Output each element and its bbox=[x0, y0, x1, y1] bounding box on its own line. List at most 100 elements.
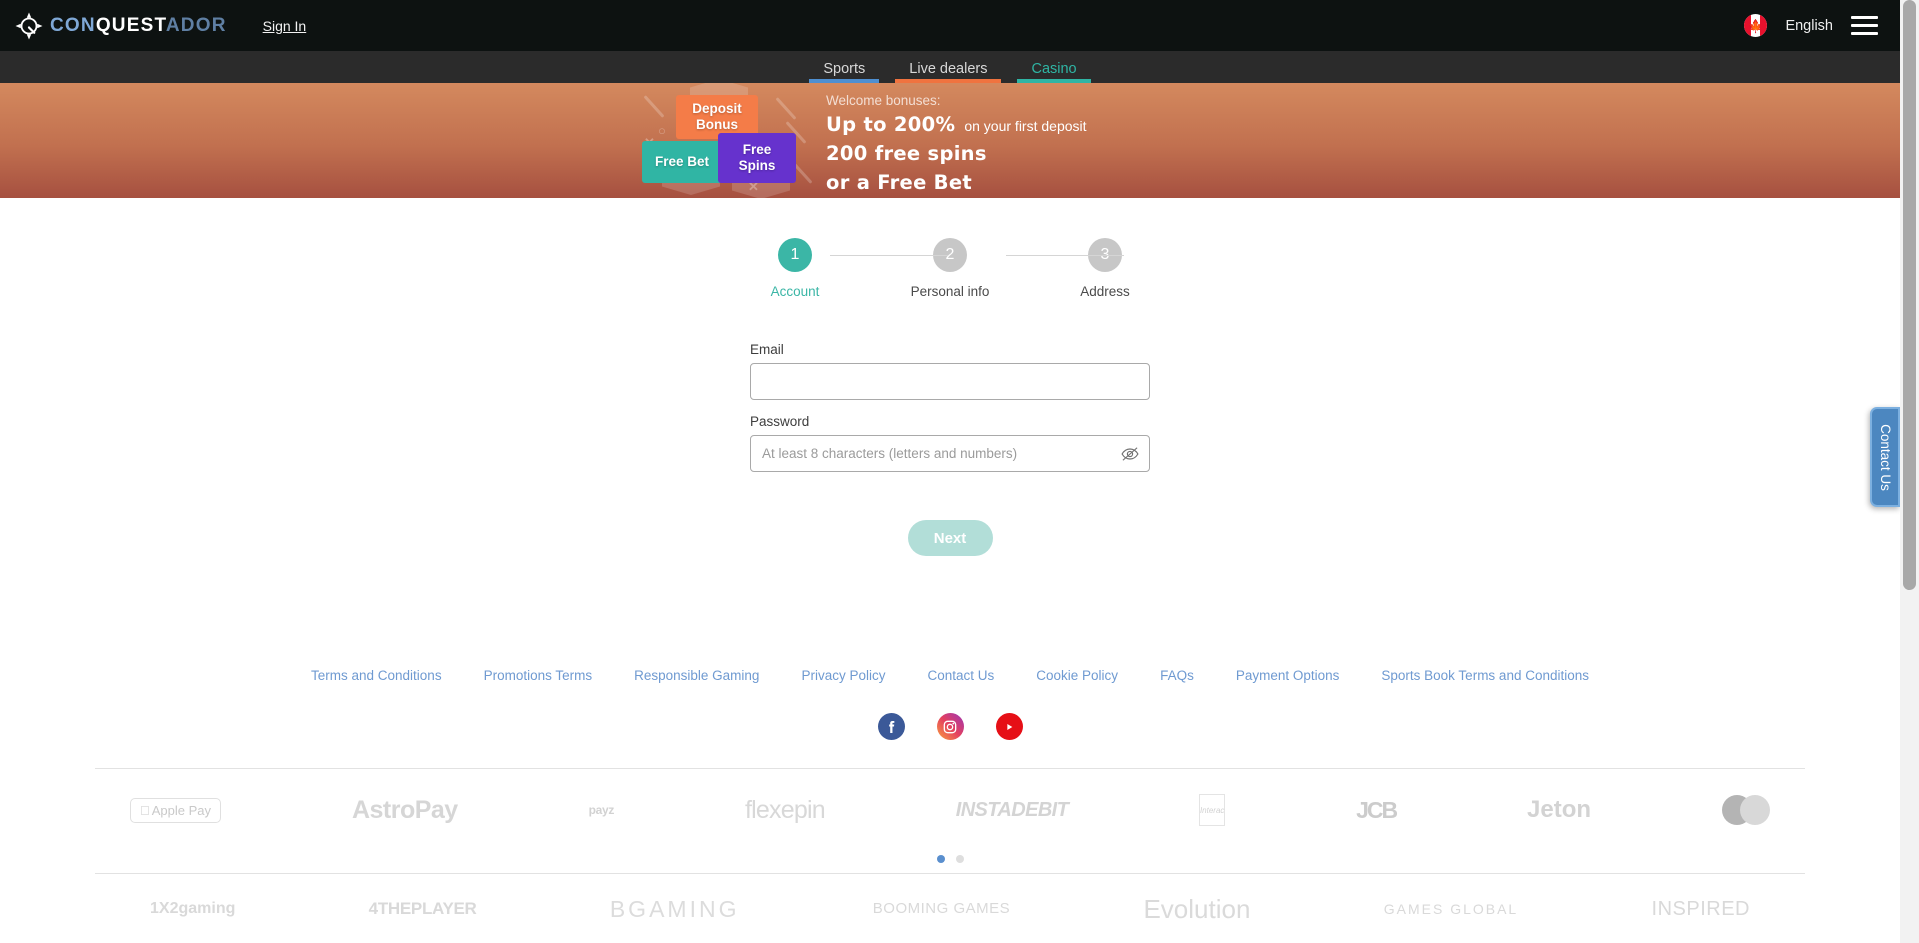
bonus-percent-text: Up to 200% bbox=[826, 113, 956, 136]
step-personal-info[interactable]: 2 Personal info bbox=[895, 238, 1005, 299]
payment-logo-payz: payz bbox=[581, 803, 615, 817]
bonus-line-3: or a Free Bet bbox=[826, 171, 972, 194]
brand-text-quest: QUEST bbox=[95, 14, 166, 36]
facebook-glyph bbox=[889, 720, 895, 733]
maple-leaf-glyph: 🍁 bbox=[1747, 18, 1765, 33]
footer-links: Terms and Conditions Promotions Terms Re… bbox=[0, 668, 1900, 683]
tab-sports[interactable]: Sports bbox=[801, 60, 887, 83]
instagram-glyph bbox=[943, 720, 957, 733]
footer-link-privacy-policy[interactable]: Privacy Policy bbox=[801, 668, 885, 683]
password-field-wrapper bbox=[750, 435, 1150, 472]
provider-logos-row: 1X2gaming 4THEPLAYER BGAMING BOOMING GAM… bbox=[0, 874, 1900, 943]
next-button[interactable]: Next bbox=[907, 520, 993, 556]
carousel-dot-1[interactable] bbox=[936, 855, 945, 863]
registration-main: 1 Account 2 Personal info 3 Address Emai… bbox=[0, 198, 1900, 943]
header-right-controls: 🍁 English bbox=[1744, 14, 1878, 37]
badge-free-bet-label: Free Bet bbox=[654, 154, 710, 170]
welcome-bonus-banner[interactable]: ✕ ○ ✕ DepositBonus Free Bet FreeSpins We… bbox=[0, 83, 1900, 198]
facebook-icon[interactable] bbox=[877, 713, 905, 740]
tab-live-dealers[interactable]: Live dealers bbox=[887, 60, 1009, 83]
step-personal-info-label: Personal info bbox=[910, 284, 990, 299]
carousel-dot-2[interactable] bbox=[955, 855, 964, 863]
payment-logo-interac: Interac bbox=[1199, 789, 1226, 831]
brand-text-ador: ADOR bbox=[165, 14, 227, 36]
step-connector-line bbox=[830, 255, 948, 256]
page-scrollbar[interactable] bbox=[1900, 0, 1919, 943]
instagram-icon[interactable] bbox=[936, 713, 964, 740]
provider-logo-games-global: GAMES GLOBAL bbox=[1383, 901, 1519, 917]
badge-free-bet: Free Bet bbox=[642, 141, 722, 183]
page-footer: Terms and Conditions Promotions Terms Re… bbox=[0, 668, 1900, 943]
next-button-row: Next bbox=[750, 520, 1150, 556]
page-root: CONQUESTADOR Sign In 🍁 English Sports Li… bbox=[0, 0, 1919, 943]
footer-link-cookie-policy[interactable]: Cookie Policy bbox=[1036, 668, 1118, 683]
payment-logo-instadebit: INSTADEBIT bbox=[950, 798, 1069, 821]
footer-link-responsible-gaming[interactable]: Responsible Gaming bbox=[634, 668, 759, 683]
badge-free-spins: Free Spins bbox=[718, 133, 796, 183]
email-label: Email bbox=[750, 342, 784, 357]
provider-logo-booming-games: BOOMING GAMES bbox=[872, 900, 1011, 918]
provider-logo-inspired: INSPIRED bbox=[1651, 897, 1750, 920]
contact-us-side-tab[interactable]: Contact Us bbox=[1870, 407, 1900, 507]
provider-logo-1x2gaming: 1X2gaming bbox=[150, 900, 236, 917]
payment-logo-astropay: AstroPay bbox=[343, 795, 458, 824]
brand-logo[interactable]: CONQUESTADOR bbox=[14, 9, 227, 43]
youtube-icon[interactable] bbox=[995, 713, 1023, 740]
badge-deposit-bonus-label: Deposit Bonus bbox=[692, 101, 742, 132]
step-account-label: Account bbox=[770, 284, 820, 299]
step-account-number: 1 bbox=[778, 238, 812, 272]
payment-logo-interac-label: Interac bbox=[1199, 794, 1226, 826]
bonus-deposit-text: on your first deposit bbox=[964, 118, 1087, 134]
bonus-line-1: Up to 200% on your first deposit bbox=[826, 113, 1087, 136]
compass-q-logo-icon bbox=[15, 12, 43, 39]
footer-link-contact-us[interactable]: Contact Us bbox=[927, 668, 994, 683]
provider-logo-4theplayer: 4THEPLAYER bbox=[368, 899, 477, 918]
browser-viewport: CONQUESTADOR Sign In 🍁 English Sports Li… bbox=[0, 0, 1900, 943]
registration-form: Email Password Next bbox=[750, 342, 1150, 556]
canada-flag-icon[interactable]: 🍁 bbox=[1744, 14, 1768, 37]
payment-carousel-dots bbox=[0, 851, 1900, 873]
sign-in-link[interactable]: Sign In bbox=[263, 18, 307, 34]
payment-logo-apple-pay: Apple Pay bbox=[130, 789, 222, 831]
payment-logo-apple-pay-label: Apple Pay bbox=[142, 802, 211, 818]
welcome-bonuses-label: Welcome bonuses: bbox=[826, 93, 941, 108]
footer-link-payment-options[interactable]: Payment Options bbox=[1236, 668, 1340, 683]
step-address[interactable]: 3 Address bbox=[1050, 238, 1160, 299]
step-address-label: Address bbox=[1080, 284, 1130, 299]
tab-live-dealers-label: Live dealers bbox=[909, 60, 988, 77]
eye-slash-icon[interactable] bbox=[1120, 444, 1140, 464]
registration-stepper: 1 Account 2 Personal info 3 Address bbox=[740, 238, 1160, 299]
top-header-bar: CONQUESTADOR Sign In 🍁 English bbox=[0, 0, 1900, 51]
language-label[interactable]: English bbox=[1785, 18, 1833, 34]
payment-logos-row: Apple Pay AstroPay payz flexepin INSTAD… bbox=[0, 769, 1900, 851]
footer-link-terms-and-conditions[interactable]: Terms and Conditions bbox=[311, 668, 442, 683]
youtube-glyph bbox=[1007, 723, 1013, 730]
step-account[interactable]: 1 Account bbox=[740, 238, 850, 299]
banner-text-block: Welcome bonuses: Up to 200% on your firs… bbox=[826, 93, 1087, 198]
spark-decoration bbox=[775, 97, 797, 120]
password-label: Password bbox=[750, 414, 810, 429]
footer-link-sports-book-terms[interactable]: Sports Book Terms and Conditions bbox=[1381, 668, 1589, 683]
email-field[interactable] bbox=[750, 363, 1150, 400]
payment-logo-mastercard bbox=[1721, 789, 1770, 831]
password-field[interactable] bbox=[750, 435, 1150, 472]
tab-casino-label: Casino bbox=[1031, 60, 1077, 77]
spark-decoration bbox=[643, 95, 665, 118]
hamburger-menu-icon[interactable] bbox=[1851, 16, 1878, 35]
badge-free-spins-label: Free Spins bbox=[738, 142, 776, 173]
payment-logo-flexepin: flexepin bbox=[738, 795, 826, 824]
tab-sports-label: Sports bbox=[823, 60, 866, 77]
payment-logo-jeton: Jeton bbox=[1525, 796, 1591, 823]
provider-logo-bgaming: BGAMING bbox=[609, 895, 740, 922]
footer-link-promotions-terms[interactable]: Promotions Terms bbox=[484, 668, 593, 683]
bonus-line-2: 200 free spins bbox=[826, 142, 987, 165]
brand-text-con: CON bbox=[50, 14, 96, 36]
step-connector-line bbox=[1006, 255, 1124, 256]
scrollbar-thumb[interactable] bbox=[1903, 0, 1916, 590]
provider-logo-evolution: Evolution bbox=[1143, 893, 1251, 924]
payment-logo-jcb: JCB bbox=[1353, 796, 1398, 823]
footer-link-faqs[interactable]: FAQs bbox=[1160, 668, 1194, 683]
tab-casino[interactable]: Casino bbox=[1009, 60, 1098, 83]
banner-content: ✕ ○ ✕ DepositBonus Free Bet FreeSpins We… bbox=[640, 83, 1260, 198]
contact-us-side-tab-label: Contact Us bbox=[1877, 423, 1893, 491]
